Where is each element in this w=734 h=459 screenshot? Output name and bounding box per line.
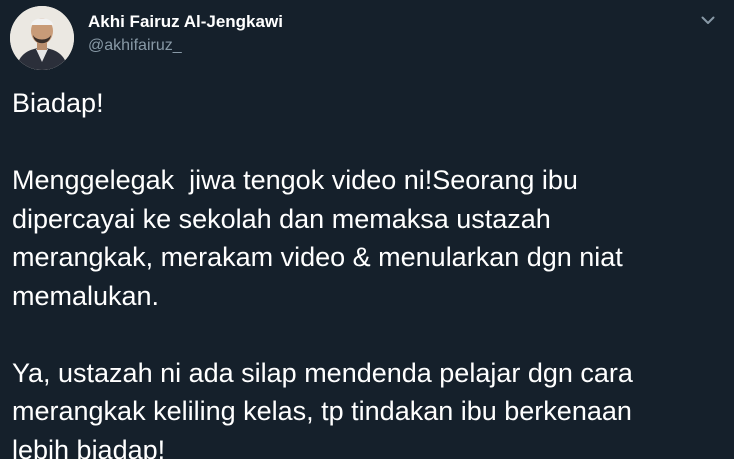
profile-photo-icon xyxy=(10,6,74,70)
tweet-paragraph: Ya, ustazah ni ada silap mendenda pelaja… xyxy=(12,357,633,459)
avatar[interactable] xyxy=(10,6,74,70)
chevron-down-icon xyxy=(701,16,715,24)
tweet-paragraph: Biadap! xyxy=(12,88,104,118)
tweet-paragraph: Menggelegak jiwa tengok video ni!Seorang… xyxy=(12,165,623,311)
tweet-text: Biadap! Menggelegak jiwa tengok video ni… xyxy=(12,84,728,459)
author-display-name[interactable]: Akhi Fairuz Al-Jengkawi xyxy=(88,12,283,32)
author-handle[interactable]: @akhifairuz_ xyxy=(88,37,182,55)
tweet-card: Akhi Fairuz Al-Jengkawi @akhifairuz_ Bia… xyxy=(0,0,734,459)
tweet-options-button[interactable] xyxy=(696,8,720,32)
